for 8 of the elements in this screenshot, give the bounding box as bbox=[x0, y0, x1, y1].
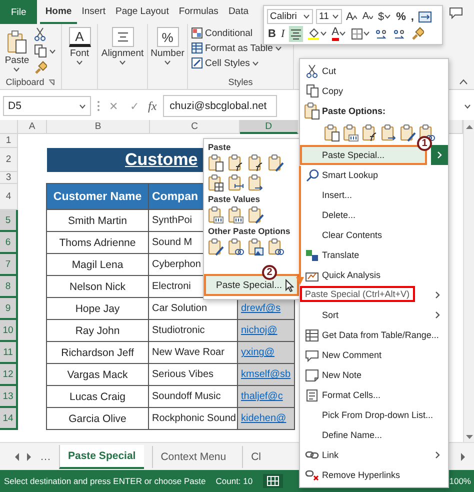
menu-section-title: Paste Options: bbox=[322, 106, 387, 116]
status-message: Select destination and press ENTER or choose Paste bbox=[4, 476, 206, 486]
group-label: Styles bbox=[228, 77, 253, 87]
count-label: Count: 10 bbox=[216, 476, 253, 486]
table-header: Customer Name bbox=[46, 183, 149, 210]
tooltip: Paste Special (Ctrl+Alt+V) bbox=[300, 286, 415, 302]
table-cell: Garcia Olive bbox=[46, 407, 149, 430]
group-label: Clipboard bbox=[6, 77, 44, 87]
